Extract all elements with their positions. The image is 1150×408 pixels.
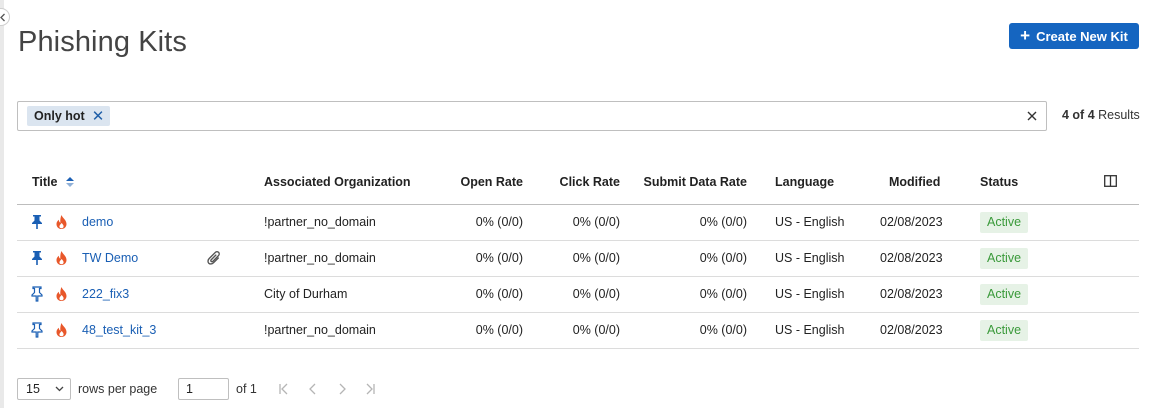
results-current: 4 of 4 <box>1062 108 1095 122</box>
sort-icon[interactable] <box>65 177 74 187</box>
open-rate-cell: 0% (0/0) <box>475 287 523 301</box>
submit-rate-cell: 0% (0/0) <box>699 323 747 337</box>
column-header-submit-rate[interactable]: Submit Data Rate <box>644 175 748 189</box>
click-rate-cell: 0% (0/0) <box>572 215 620 229</box>
flame-icon <box>56 287 67 301</box>
page-number-value: 1 <box>186 382 193 396</box>
kit-title-link[interactable]: demo <box>82 215 113 229</box>
column-header-organization[interactable]: Associated Organization <box>264 175 411 189</box>
clear-filters-button[interactable] <box>1024 107 1040 125</box>
open-rate-cell: 0% (0/0) <box>475 251 523 265</box>
status-badge: Active <box>980 212 1029 233</box>
click-rate-cell: 0% (0/0) <box>572 287 620 301</box>
pin-icon[interactable] <box>30 214 44 230</box>
page-number-input[interactable]: 1 <box>178 378 229 400</box>
prev-page-button[interactable] <box>306 382 320 396</box>
submit-rate-cell: 0% (0/0) <box>699 251 747 265</box>
create-new-kit-label: Create New Kit <box>1036 28 1128 44</box>
flame-icon <box>56 323 67 337</box>
kits-table: Title Associated Organization Open Rate … <box>17 160 1139 349</box>
table-row[interactable]: demo !partner_no_domain 0% (0/0) 0% (0/0) 0%… <box>17 205 1139 241</box>
organization-cell: !partner_no_domain <box>264 251 376 265</box>
paperclip-icon <box>207 251 220 265</box>
page-title: Phishing Kits <box>18 26 187 58</box>
column-header-language[interactable]: Language <box>775 175 834 189</box>
column-header-modified[interactable]: Modified <box>889 175 940 189</box>
column-header-open-rate[interactable]: Open Rate <box>460 175 523 189</box>
prev-page-icon <box>309 383 316 395</box>
table-body: demo !partner_no_domain 0% (0/0) 0% (0/0) 0%… <box>17 205 1139 349</box>
rows-per-page-value: 15 <box>26 382 40 396</box>
filter-chip-label: Only hot <box>34 109 85 123</box>
open-rate-cell: 0% (0/0) <box>475 215 523 229</box>
pin-icon[interactable] <box>30 250 44 266</box>
open-rate-cell: 0% (0/0) <box>475 323 523 337</box>
last-page-icon <box>366 383 375 395</box>
click-rate-cell: 0% (0/0) <box>572 323 620 337</box>
create-new-kit-button[interactable]: + Create New Kit <box>1009 23 1139 49</box>
language-cell: US - English <box>775 215 845 229</box>
chevron-down-icon <box>55 386 64 392</box>
submit-rate-cell: 0% (0/0) <box>699 287 747 301</box>
modified-cell: 02/08/2023 <box>880 287 943 301</box>
pin-icon[interactable] <box>30 322 44 338</box>
column-header-click-rate[interactable]: Click Rate <box>560 175 620 189</box>
next-page-button[interactable] <box>335 382 349 396</box>
filter-chip-only-hot: Only hot ✕ <box>27 106 111 126</box>
submit-rate-cell: 0% (0/0) <box>699 215 747 229</box>
next-page-icon <box>339 383 346 395</box>
close-icon[interactable]: ✕ <box>92 109 105 124</box>
column-header-title[interactable]: Title <box>32 175 74 189</box>
rows-per-page-select[interactable]: 15 <box>17 378 71 400</box>
flame-icon <box>56 251 67 265</box>
last-page-button[interactable] <box>363 382 377 396</box>
organization-cell: City of Durham <box>264 287 348 301</box>
pagination: 15 rows per page 1 of 1 <box>17 377 417 401</box>
first-page-button[interactable] <box>277 382 291 396</box>
organization-cell: !partner_no_domain <box>264 215 376 229</box>
table-row[interactable]: 222_fix3 City of Durham 0% (0/0) 0% (0/0) 0%… <box>17 277 1139 313</box>
kit-title-link[interactable]: 48_test_kit_3 <box>82 323 156 337</box>
organization-cell: !partner_no_domain <box>264 323 376 337</box>
page-count-label: of 1 <box>236 382 257 396</box>
results-count: 4 of 4 Results <box>1062 108 1140 122</box>
column-header-status[interactable]: Status <box>980 175 1018 189</box>
kit-title-link[interactable]: TW Demo <box>82 251 138 265</box>
kit-title-link[interactable]: 222_fix3 <box>82 287 129 301</box>
results-suffix: Results <box>1094 108 1140 122</box>
modified-cell: 02/08/2023 <box>880 215 943 229</box>
table-row[interactable]: 48_test_kit_3 !partner_no_domain 0% (0/0) 0… <box>17 313 1139 349</box>
columns-icon[interactable] <box>1104 175 1117 187</box>
table-header: Title Associated Organization Open Rate … <box>17 160 1139 205</box>
language-cell: US - English <box>775 323 845 337</box>
modified-cell: 02/08/2023 <box>880 251 943 265</box>
left-rail <box>0 0 4 408</box>
status-badge: Active <box>980 284 1029 305</box>
modified-cell: 02/08/2023 <box>880 323 943 337</box>
filter-bar[interactable]: Only hot ✕ <box>17 101 1047 131</box>
click-rate-cell: 0% (0/0) <box>572 251 620 265</box>
plus-icon: + <box>1020 25 1031 45</box>
status-badge: Active <box>980 248 1029 269</box>
pin-icon[interactable] <box>30 286 44 302</box>
flame-icon <box>56 215 67 229</box>
language-cell: US - English <box>775 251 845 265</box>
table-row[interactable]: TW Demo !partner_no_domain 0% (0/0) 0% (0/0… <box>17 241 1139 277</box>
language-cell: US - English <box>775 287 845 301</box>
chevron-left-icon <box>0 13 5 21</box>
first-page-icon <box>279 383 288 395</box>
close-icon <box>1027 111 1037 121</box>
collapse-sidebar-button[interactable] <box>0 8 10 26</box>
column-title-label: Title <box>32 175 58 189</box>
rows-per-page-label: rows per page <box>78 382 158 396</box>
status-badge: Active <box>980 320 1029 341</box>
